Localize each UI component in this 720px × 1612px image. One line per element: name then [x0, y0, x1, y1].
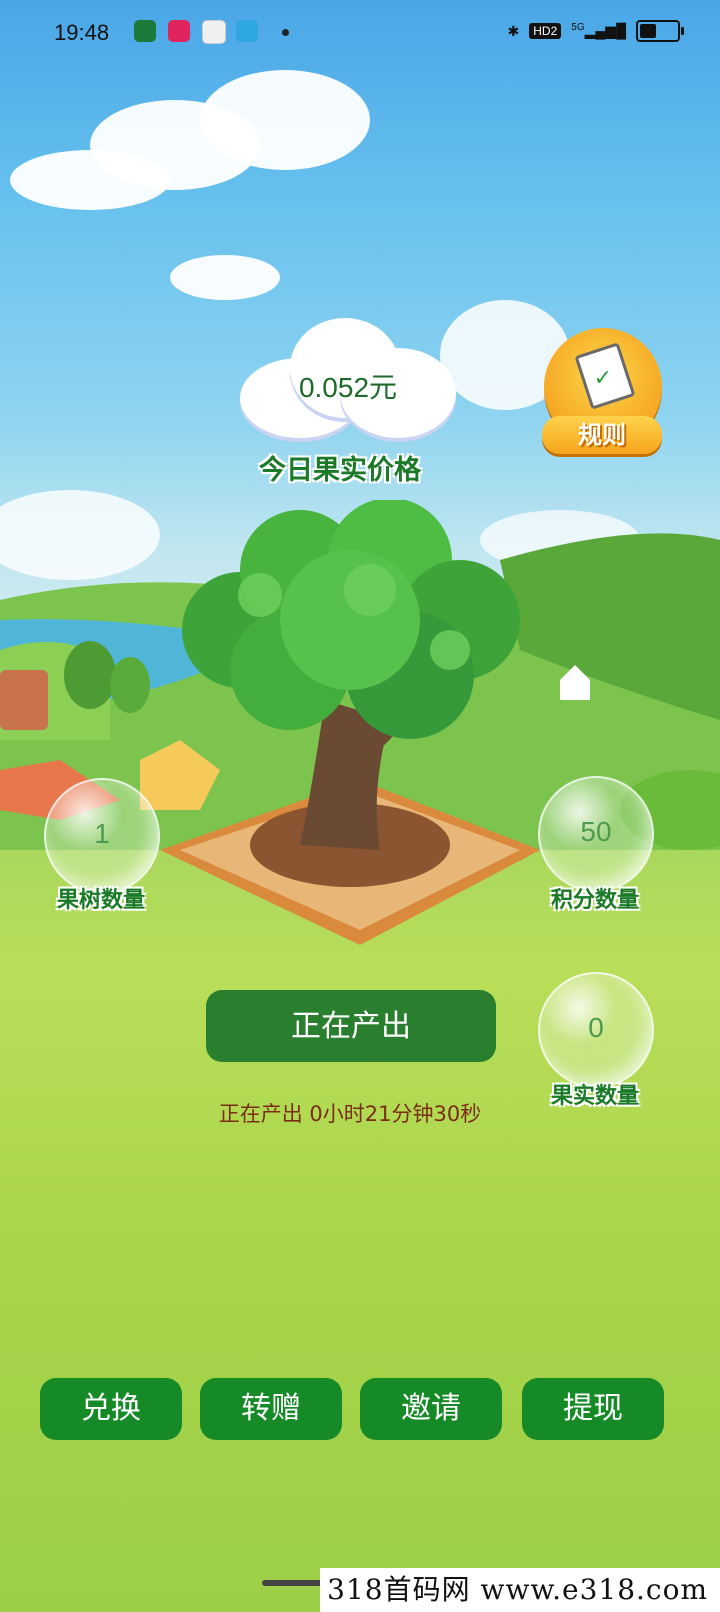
tree-count-value: 1	[94, 818, 110, 849]
telegram-icon	[236, 20, 258, 42]
battery-icon	[636, 20, 684, 42]
watermark: 318首码网 www.e318.com	[320, 1568, 720, 1612]
invite-button[interactable]: 邀请	[360, 1378, 502, 1440]
withdraw-button[interactable]: 提现	[522, 1378, 664, 1440]
points-bubble: 50	[538, 776, 654, 892]
app-notification-icon	[134, 20, 156, 42]
fruit-price-cloud: 0.052元	[240, 318, 456, 442]
signal-icon: 5G▂▄▆█	[571, 22, 626, 39]
status-right: ✱ HD2 5G▂▄▆█	[507, 20, 684, 42]
fruit-price-value: 0.052元	[298, 372, 398, 403]
production-timer: 正在产出 0小时21分钟30秒	[218, 1102, 482, 1126]
tree-count-bubble: 1	[44, 778, 160, 894]
bluetooth-icon: ✱	[507, 22, 520, 39]
transfer-button[interactable]: 转赠	[200, 1378, 342, 1440]
status-bar: 19:48 ✱ HD2 5G▂▄▆█	[0, 0, 720, 64]
app-notification-icon	[168, 20, 190, 42]
producing-button[interactable]: 正在产出	[206, 990, 496, 1062]
app-notification-icon	[202, 20, 226, 44]
rules-label: 规则	[542, 416, 662, 454]
tree-count-label: 果树数量	[56, 888, 145, 913]
fruit-count-bubble[interactable]: 0	[538, 972, 654, 1088]
exchange-button[interactable]: 兑换	[40, 1378, 182, 1440]
fruit-count-value: 0	[588, 1012, 604, 1043]
status-time: 19:48	[54, 20, 110, 45]
rules-button[interactable]: ✓ 规则	[540, 328, 666, 458]
points-value: 50	[580, 816, 612, 847]
points-label: 积分数量	[550, 888, 639, 913]
game-screen: 19:48 ✱ HD2 5G▂▄▆█ 0.052元 今日果实价格 ✓ 规则 1 …	[0, 0, 720, 1612]
network-badge: HD2	[529, 23, 562, 39]
fruit-price-label: 今日果实价格	[259, 455, 421, 486]
more-notifications-dot	[282, 29, 289, 36]
fruit-tree[interactable]	[150, 500, 570, 950]
